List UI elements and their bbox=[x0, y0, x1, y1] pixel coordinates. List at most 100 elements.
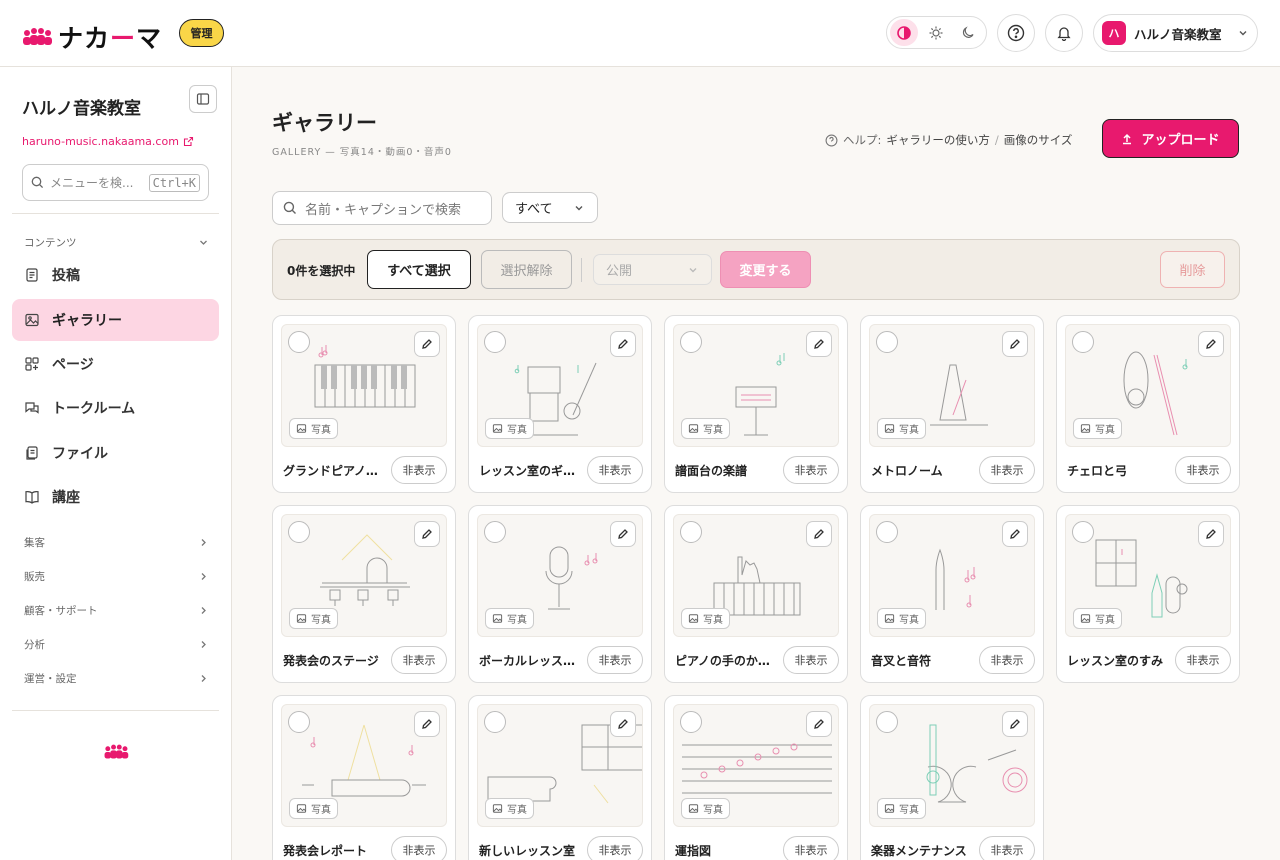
gallery-search-input[interactable]: 名前・キャプションで検索 bbox=[272, 191, 492, 225]
help-link-gallery-usage[interactable]: ギャラリーの使い方 bbox=[886, 132, 990, 148]
card-thumbnail[interactable]: 写真 bbox=[1065, 514, 1231, 637]
group-acquisition-toggle[interactable]: 集客 bbox=[24, 535, 209, 550]
group-contents-toggle[interactable]: コンテンツ bbox=[24, 235, 209, 250]
card-hide-button[interactable]: 非表示 bbox=[979, 836, 1035, 860]
card-thumbnail[interactable]: 写真 bbox=[477, 704, 643, 827]
delete-button[interactable]: 削除 bbox=[1160, 251, 1225, 288]
card-hide-button[interactable]: 非表示 bbox=[979, 646, 1035, 674]
card-hide-button[interactable]: 非表示 bbox=[1175, 456, 1231, 484]
card-select-checkbox[interactable] bbox=[680, 331, 702, 353]
card-select-checkbox[interactable] bbox=[1072, 331, 1094, 353]
card-hide-button[interactable]: 非表示 bbox=[587, 646, 643, 674]
card-thumbnail[interactable]: 写真 bbox=[281, 324, 447, 447]
gallery-card[interactable]: 写真 発表会レポート 非表示 bbox=[272, 695, 456, 860]
group-customers-toggle[interactable]: 顧客・サポート bbox=[24, 603, 209, 618]
card-select-checkbox[interactable] bbox=[288, 521, 310, 543]
card-thumbnail[interactable]: 写真 bbox=[673, 704, 839, 827]
card-edit-button[interactable] bbox=[806, 711, 832, 737]
group-sales-toggle[interactable]: 販売 bbox=[24, 569, 209, 584]
gallery-card[interactable]: 写真 メトロノーム 非表示 bbox=[860, 315, 1044, 493]
gallery-card[interactable]: 写真 譜面台の楽譜 非表示 bbox=[664, 315, 848, 493]
card-select-checkbox[interactable] bbox=[680, 521, 702, 543]
card-select-checkbox[interactable] bbox=[876, 331, 898, 353]
card-select-checkbox[interactable] bbox=[1072, 521, 1094, 543]
help-button[interactable] bbox=[997, 14, 1035, 52]
gallery-card[interactable]: 写真 グランドピアノ… 非表示 bbox=[272, 315, 456, 493]
card-edit-button[interactable] bbox=[610, 331, 636, 357]
card-thumbnail[interactable]: 写真 bbox=[869, 704, 1035, 827]
theme-light-button[interactable] bbox=[922, 19, 950, 46]
card-select-checkbox[interactable] bbox=[484, 331, 506, 353]
card-thumbnail[interactable]: 写真 bbox=[869, 324, 1035, 447]
card-hide-button[interactable]: 非表示 bbox=[783, 836, 839, 860]
gallery-card[interactable]: 写真 楽器メンテナンス 非表示 bbox=[860, 695, 1044, 860]
help-link-image-size[interactable]: 画像のサイズ bbox=[1004, 132, 1073, 148]
select-all-button[interactable]: すべて選択 bbox=[367, 250, 471, 289]
card-hide-button[interactable]: 非表示 bbox=[979, 456, 1035, 484]
card-hide-button[interactable]: 非表示 bbox=[391, 646, 447, 674]
card-hide-button[interactable]: 非表示 bbox=[587, 456, 643, 484]
gallery-card[interactable]: 写真 レッスン室のすみ 非表示 bbox=[1056, 505, 1240, 683]
gallery-card[interactable]: 写真 新しいレッスン室 非表示 bbox=[468, 695, 652, 860]
card-hide-button[interactable]: 非表示 bbox=[391, 456, 447, 484]
card-hide-button[interactable]: 非表示 bbox=[1175, 646, 1231, 674]
card-edit-button[interactable] bbox=[1002, 521, 1028, 547]
sidebar-item-courses[interactable]: 講座 bbox=[12, 476, 219, 518]
card-select-checkbox[interactable] bbox=[288, 331, 310, 353]
card-edit-button[interactable] bbox=[1002, 331, 1028, 357]
card-thumbnail[interactable]: 写真 bbox=[673, 324, 839, 447]
sidebar-item-pages[interactable]: ページ bbox=[12, 343, 219, 385]
card-thumbnail[interactable]: 写真 bbox=[1065, 324, 1231, 447]
upload-button[interactable]: アップロード bbox=[1102, 119, 1239, 158]
theme-dark-button[interactable] bbox=[954, 19, 982, 46]
card-edit-button[interactable] bbox=[610, 711, 636, 737]
type-filter-select[interactable]: すべて bbox=[502, 192, 598, 223]
card-select-checkbox[interactable] bbox=[484, 711, 506, 733]
deselect-button[interactable]: 選択解除 bbox=[481, 250, 572, 289]
card-edit-button[interactable] bbox=[1002, 711, 1028, 737]
card-thumbnail[interactable]: 写真 bbox=[477, 514, 643, 637]
card-hide-button[interactable]: 非表示 bbox=[783, 646, 839, 674]
gallery-card[interactable]: 写真 運指図 非表示 bbox=[664, 695, 848, 860]
card-hide-button[interactable]: 非表示 bbox=[783, 456, 839, 484]
gallery-card[interactable]: 写真 チェロと弓 非表示 bbox=[1056, 315, 1240, 493]
menu-search-input[interactable]: メニューを検... Ctrl+K bbox=[22, 164, 209, 201]
gallery-card[interactable]: 写真 発表会のステージ 非表示 bbox=[272, 505, 456, 683]
card-edit-button[interactable] bbox=[1198, 331, 1224, 357]
sidebar-item-files[interactable]: ファイル bbox=[12, 432, 219, 474]
sidebar-item-gallery[interactable]: ギャラリー bbox=[12, 299, 219, 341]
card-select-checkbox[interactable] bbox=[876, 521, 898, 543]
account-menu[interactable]: ハ ハルノ音楽教室 bbox=[1093, 14, 1258, 52]
card-hide-button[interactable]: 非表示 bbox=[587, 836, 643, 860]
card-hide-button[interactable]: 非表示 bbox=[391, 836, 447, 860]
card-edit-button[interactable] bbox=[1198, 521, 1224, 547]
brand-logo[interactable]: ナカーマ bbox=[22, 19, 162, 55]
card-thumbnail[interactable]: 写真 bbox=[673, 514, 839, 637]
gallery-card[interactable]: 写真 音叉と音符 非表示 bbox=[860, 505, 1044, 683]
gallery-card[interactable]: 写真 ピアノの手のか… 非表示 bbox=[664, 505, 848, 683]
group-analytics-toggle[interactable]: 分析 bbox=[24, 637, 209, 652]
card-select-checkbox[interactable] bbox=[680, 711, 702, 733]
gallery-card[interactable]: 写真 ボーカルレッス… 非表示 bbox=[468, 505, 652, 683]
sidebar-item-talkroom[interactable]: トークルーム bbox=[12, 387, 219, 429]
card-edit-button[interactable] bbox=[414, 711, 440, 737]
card-thumbnail[interactable]: 写真 bbox=[477, 324, 643, 447]
sidebar-collapse-button[interactable] bbox=[189, 85, 217, 113]
card-edit-button[interactable] bbox=[806, 331, 832, 357]
card-edit-button[interactable] bbox=[610, 521, 636, 547]
theme-auto-button[interactable] bbox=[890, 19, 918, 46]
apply-change-button[interactable]: 変更する bbox=[720, 251, 811, 288]
group-settings-toggle[interactable]: 運営・設定 bbox=[24, 671, 209, 686]
card-thumbnail[interactable]: 写真 bbox=[869, 514, 1035, 637]
card-thumbnail[interactable]: 写真 bbox=[281, 514, 447, 637]
visibility-select[interactable]: 公開 bbox=[593, 254, 712, 285]
card-edit-button[interactable] bbox=[414, 521, 440, 547]
card-select-checkbox[interactable] bbox=[288, 711, 310, 733]
card-thumbnail[interactable]: 写真 bbox=[281, 704, 447, 827]
card-select-checkbox[interactable] bbox=[876, 711, 898, 733]
card-edit-button[interactable] bbox=[806, 521, 832, 547]
sidebar-item-posts[interactable]: 投稿 bbox=[12, 254, 219, 296]
notifications-button[interactable] bbox=[1045, 14, 1083, 52]
card-select-checkbox[interactable] bbox=[484, 521, 506, 543]
site-url-link[interactable]: haruno-music.nakaama.com bbox=[22, 135, 194, 148]
